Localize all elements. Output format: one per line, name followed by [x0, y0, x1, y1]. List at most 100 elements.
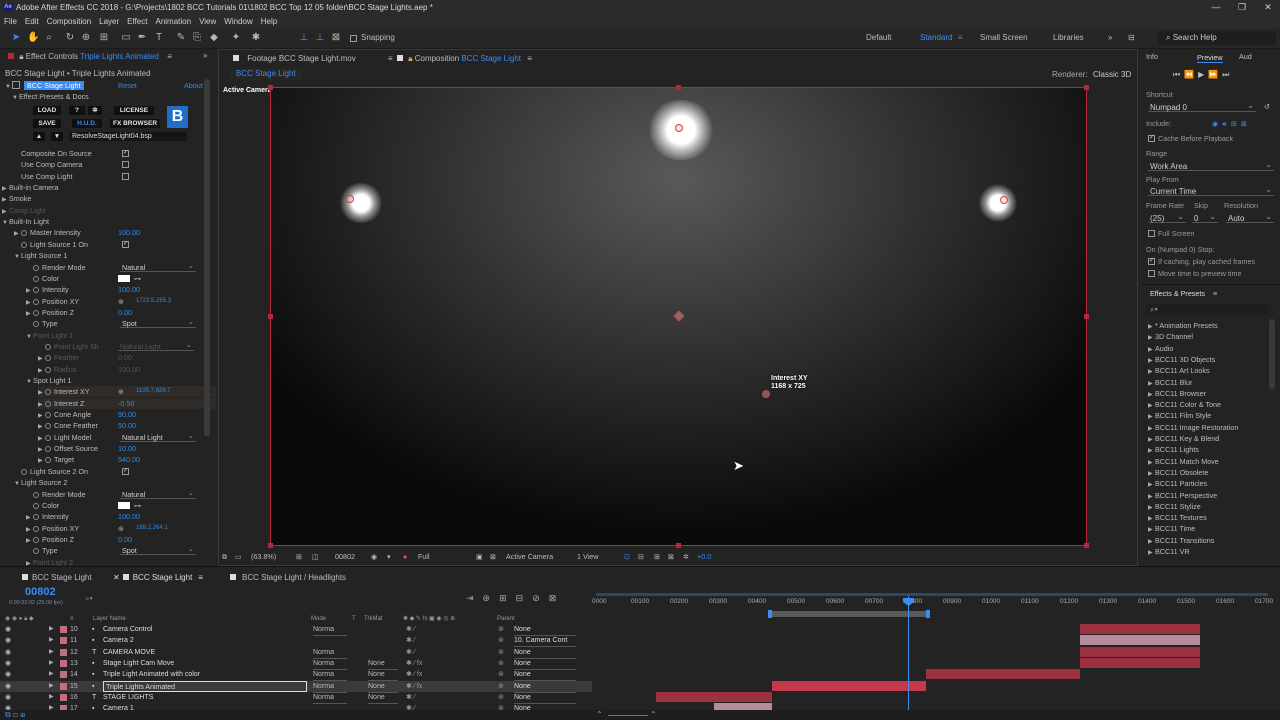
effects-search-input[interactable]: ⌕▾ [1146, 304, 1268, 315]
navigator-bar[interactable] [596, 593, 1268, 596]
brush-tool-icon[interactable]: ✎ [175, 32, 187, 44]
visibility-icon[interactable]: ◉ [5, 681, 11, 692]
include-icons[interactable]: ◉🔊︎⊞⊠ [1212, 118, 1251, 129]
include-video-icon[interactable]: ◉ [1212, 119, 1222, 128]
preset-down-icon[interactable]: ▼ [51, 132, 63, 141]
menu-window[interactable]: Window [220, 15, 256, 28]
ec-checkbox[interactable]: ✓ [122, 240, 129, 248]
stopwatch-icon[interactable] [33, 321, 39, 328]
save-button[interactable]: SAVE [33, 119, 61, 128]
t-header[interactable]: T [352, 614, 356, 624]
play-from-dropdown[interactable]: Current Time [1148, 185, 1274, 196]
effects-category-bcc11-3d-objects[interactable]: ▶ BCC11 3D Objects [1148, 354, 1215, 365]
move-time-checkbox[interactable] [1148, 270, 1155, 277]
ec-row-comp-light[interactable]: ▶ Comp Light [2, 205, 216, 216]
ec-row-render-mode[interactable]: Render Mode Natural [26, 488, 216, 500]
reset-link[interactable]: Reset [118, 80, 137, 91]
stopwatch-icon[interactable] [33, 548, 39, 555]
layer-duration-bar[interactable] [1080, 657, 1200, 668]
menu-effect[interactable]: Effect [123, 15, 151, 28]
ec-row-interest-xy[interactable]: ▶ Interest XY ⊕ 1105.7,829.7 [38, 386, 216, 398]
layer-mode-dropdown[interactable]: Norma [313, 692, 347, 704]
effects-category-bcc11-particles[interactable]: ▶ BCC11 Particles [1148, 478, 1207, 489]
ec-row-feather[interactable]: ▶ Feather 0.00 [38, 352, 216, 363]
label-color[interactable] [60, 682, 67, 690]
zoom-dropdown[interactable]: (63.8%) [251, 549, 276, 565]
ec-value[interactable]: 90.00 [118, 409, 136, 420]
transparency-grid-icon[interactable]: ⊠ [490, 549, 496, 565]
grid-icon[interactable]: ⊞ [296, 549, 302, 565]
pickwhip-icon[interactable]: ⊚ [498, 647, 504, 658]
layer-switch-icons[interactable]: ✱ ⁄ [406, 624, 415, 635]
visibility-icon[interactable]: ◉ [5, 624, 11, 635]
ec-value[interactable]: 0.00 [118, 352, 132, 363]
layer-row[interactable]: ◉ ▶ 13 ▪ Stage Light Cam Move Norma None ✱ ⁄ fx… [0, 658, 592, 670]
snapping-checkbox[interactable] [350, 35, 357, 42]
layer-row[interactable]: ◉ ▶ 11 ▪ Camera 2 ✱ ⁄ ⊚ 10. Camera Cont [0, 635, 592, 648]
crosshair-icon[interactable]: ⊕ [118, 296, 124, 307]
ec-checkbox[interactable]: ✓ [122, 467, 129, 475]
help-button[interactable]: ? [69, 106, 85, 115]
preset-up-icon[interactable]: ▲ [33, 132, 45, 141]
flowchart-icon[interactable]: ✲ [683, 549, 689, 565]
ec-row-position-xy[interactable]: ▶ Position XY ⊕ 189.2,264.1 [26, 523, 216, 534]
resolution-dropdown[interactable]: Auto [1226, 212, 1274, 223]
layer-trkmat-dropdown[interactable]: None [368, 681, 398, 693]
layer-mode-dropdown[interactable]: Norma [313, 647, 347, 659]
layer-name[interactable]: STAGE LIGHTS [103, 692, 153, 703]
stopwatch-icon[interactable] [33, 298, 39, 305]
graph-editor-icon[interactable]: ⊠ [549, 593, 566, 603]
layer-duration-bar[interactable] [926, 669, 1080, 680]
effect-header-row[interactable]: ▼ BCC Stage Light Reset About [5, 80, 203, 91]
zoom-tool-icon[interactable]: ⌕ [43, 32, 55, 44]
timeline-menu-icon[interactable]: ≡ [198, 573, 203, 582]
roto-brush-tool-icon[interactable]: ✦ [230, 32, 242, 44]
layer-switch-icons[interactable]: ✱ ⁄ fx [406, 681, 422, 692]
ec-row-built-in-light[interactable]: ▼Built-In Light [2, 216, 216, 227]
layer-name[interactable]: Triple Lights Animated [103, 680, 307, 692]
stopwatch-icon[interactable] [45, 457, 51, 464]
current-time-display[interactable]: 00802 [335, 549, 355, 565]
motion-blur-icon[interactable]: ⊘ [532, 593, 549, 603]
ec-row-point-light-sh[interactable]: Point Light Sh Natural Light [38, 340, 216, 352]
layer-parent-dropdown[interactable]: None [514, 658, 576, 670]
layer-parent-dropdown[interactable]: None [514, 692, 576, 704]
include-layer-icon[interactable]: ⊠ [1241, 119, 1251, 128]
parent-header[interactable]: Parent [497, 614, 515, 624]
menu-help[interactable]: Help [257, 15, 281, 28]
layer-mode-dropdown[interactable]: Norma [313, 658, 347, 670]
layer-switch-icons[interactable]: ✱ ⁄ [406, 647, 415, 658]
layer-name[interactable]: Camera Control [103, 624, 152, 635]
visibility-icon[interactable]: ◉ [5, 658, 11, 669]
work-area-end-handle[interactable] [926, 610, 930, 618]
layer-mode-dropdown[interactable]: Norma [313, 681, 347, 693]
cache-before-playback-checkbox[interactable]: ✓ [1148, 135, 1155, 142]
stopwatch-icon[interactable] [45, 446, 51, 453]
ec-value[interactable]: 100.00 [118, 284, 140, 295]
time-ruler[interactable]: 0000 00100 00200 00300 00400 00500 00600 00700 0… [592, 594, 1280, 610]
crosshair-icon[interactable]: ⊕ [118, 386, 124, 397]
ec-value[interactable]: 100.00 [118, 364, 140, 375]
stopwatch-icon[interactable] [45, 389, 51, 396]
ec-value[interactable]: 540.00 [118, 454, 140, 465]
eyedropper-icon[interactable]: ⊶ [134, 501, 141, 512]
ec-value[interactable]: 1105.7,829.7 [136, 386, 171, 397]
layer-expand-icon[interactable]: ▶ [49, 692, 54, 703]
ec-row-radius[interactable]: ▶ Radius 100.00 [38, 364, 216, 375]
maximize-icon[interactable]: ❐ [1229, 0, 1255, 15]
ec-row-light-source-1-on[interactable]: Light Source 1 On ✓ [14, 239, 216, 250]
fx-browser-button[interactable]: FX BROWSER [110, 119, 160, 128]
layer-switch-icons[interactable]: ✱ ⁄ [406, 692, 415, 703]
shy-icon[interactable]: ⊞ [499, 593, 516, 603]
license-button[interactable]: LICENSE [114, 106, 154, 115]
info-tab[interactable]: Info [1146, 51, 1158, 62]
visibility-icon[interactable]: ◉ [5, 692, 11, 703]
layer-duration-bar[interactable] [1080, 646, 1200, 657]
effects-category-bcc11-vr[interactable]: ▶ BCC11 VR [1148, 546, 1190, 557]
color-swatch[interactable] [118, 501, 130, 509]
ec-row-interest-z[interactable]: ▶ Interest Z -0.50 [38, 397, 216, 409]
ec-value[interactable]: 0.00 [118, 534, 132, 545]
ec-dropdown[interactable]: Spot [120, 317, 196, 329]
ec-row-cone-feather[interactable]: ▶ Cone Feather 50.00 [38, 420, 216, 431]
layer-trkmat-dropdown[interactable]: None [368, 658, 398, 670]
